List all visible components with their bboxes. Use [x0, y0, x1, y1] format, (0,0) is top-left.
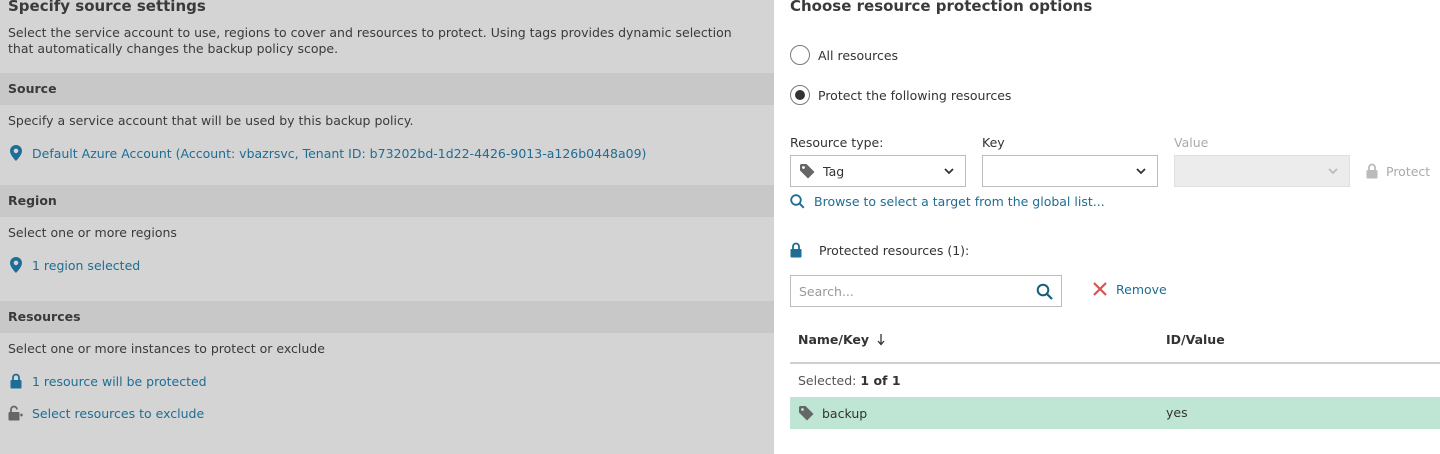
selection-count: Selected: 1 of 1 — [798, 373, 901, 388]
column-header-name-key[interactable]: Name/Key — [798, 332, 885, 347]
value-label: Value — [1174, 135, 1209, 150]
table-row[interactable]: backup yes — [790, 397, 1440, 429]
key-label: Key — [982, 135, 1005, 150]
chevron-down-icon — [944, 168, 954, 175]
column-name-label: Name/Key — [798, 332, 870, 347]
region-hint: Select one or more regions — [8, 225, 177, 240]
row-name-cell: backup — [798, 405, 867, 421]
close-icon — [1092, 281, 1108, 297]
resources-hint: Select one or more instances to protect … — [8, 341, 325, 356]
tag-icon — [799, 163, 815, 179]
selected-label: Selected: — [798, 373, 857, 388]
tag-icon — [798, 405, 814, 421]
service-account-label: Default Azure Account (Account: vbazrsvc… — [32, 145, 647, 161]
resource-type-select[interactable]: Tag — [790, 155, 966, 187]
radio-unchecked-icon — [790, 45, 810, 65]
remove-label: Remove — [1116, 281, 1167, 297]
radio-checked-icon — [790, 85, 810, 105]
search-input[interactable] — [791, 276, 1027, 306]
resource-type-label: Resource type: — [790, 135, 884, 150]
sort-down-arrow-icon — [877, 333, 885, 346]
protect-label: Protect — [1386, 163, 1431, 179]
radio-all-label: All resources — [818, 47, 899, 63]
service-account-link[interactable]: Default Azure Account (Account: vbazrsvc… — [8, 145, 646, 161]
search-icon[interactable] — [1036, 283, 1053, 304]
lock-icon — [790, 242, 802, 258]
source-hint: Specify a service account that will be u… — [8, 113, 414, 128]
section-heading-source: Source — [0, 73, 774, 105]
row-name: backup — [822, 405, 868, 421]
key-select[interactable] — [982, 155, 1158, 187]
panel-title: Choose resource protection options — [790, 0, 1093, 15]
row-value: yes — [1166, 405, 1188, 420]
chevron-down-icon — [1136, 168, 1146, 175]
protected-resources-link-label: 1 resource will be protected — [32, 373, 207, 389]
protect-button[interactable]: Protect — [1366, 155, 1430, 187]
section-heading-region: Region — [0, 185, 774, 217]
search-box — [790, 275, 1062, 307]
column-header-id-value[interactable]: ID/Value — [1166, 332, 1225, 347]
selected-value: 1 of 1 — [860, 373, 901, 388]
exclude-resources-link-label: Select resources to exclude — [32, 405, 205, 421]
protected-resources-heading: Protected resources (1): — [790, 242, 969, 258]
radio-all-resources[interactable]: All resources — [790, 45, 898, 65]
resource-type-value: Tag — [823, 163, 845, 179]
source-settings-panel: Specify source settings Select the servi… — [0, 0, 774, 454]
page-description: Select the service account to use, regio… — [8, 25, 732, 56]
lock-icon — [8, 373, 24, 389]
radio-protect-following[interactable]: Protect the following resources — [790, 85, 1011, 105]
search-icon — [790, 194, 805, 209]
browse-link-label: Browse to select a target from the globa… — [814, 194, 1105, 209]
table-header: Name/Key ID/Value — [790, 323, 1440, 364]
remove-button[interactable]: Remove — [1092, 281, 1167, 297]
protection-options-panel: Choose resource protection options All r… — [774, 0, 1440, 454]
protected-resources-link[interactable]: 1 resource will be protected — [8, 373, 207, 389]
region-link[interactable]: 1 region selected — [8, 257, 140, 273]
exclude-resources-link[interactable]: Select resources to exclude — [8, 405, 204, 421]
unlock-icon — [8, 405, 24, 421]
chevron-down-icon — [1328, 168, 1338, 175]
page-title: Specify source settings — [8, 0, 206, 15]
protected-resources-label: Protected resources (1): — [819, 242, 970, 258]
section-heading-resources: Resources — [0, 301, 774, 333]
browse-global-list-link[interactable]: Browse to select a target from the globa… — [790, 194, 1105, 209]
location-pin-icon — [8, 145, 24, 161]
location-pin-icon — [8, 257, 24, 273]
region-link-label: 1 region selected — [32, 257, 141, 273]
lock-icon — [1366, 163, 1378, 179]
value-select[interactable] — [1174, 155, 1350, 187]
radio-following-label: Protect the following resources — [818, 87, 1012, 103]
